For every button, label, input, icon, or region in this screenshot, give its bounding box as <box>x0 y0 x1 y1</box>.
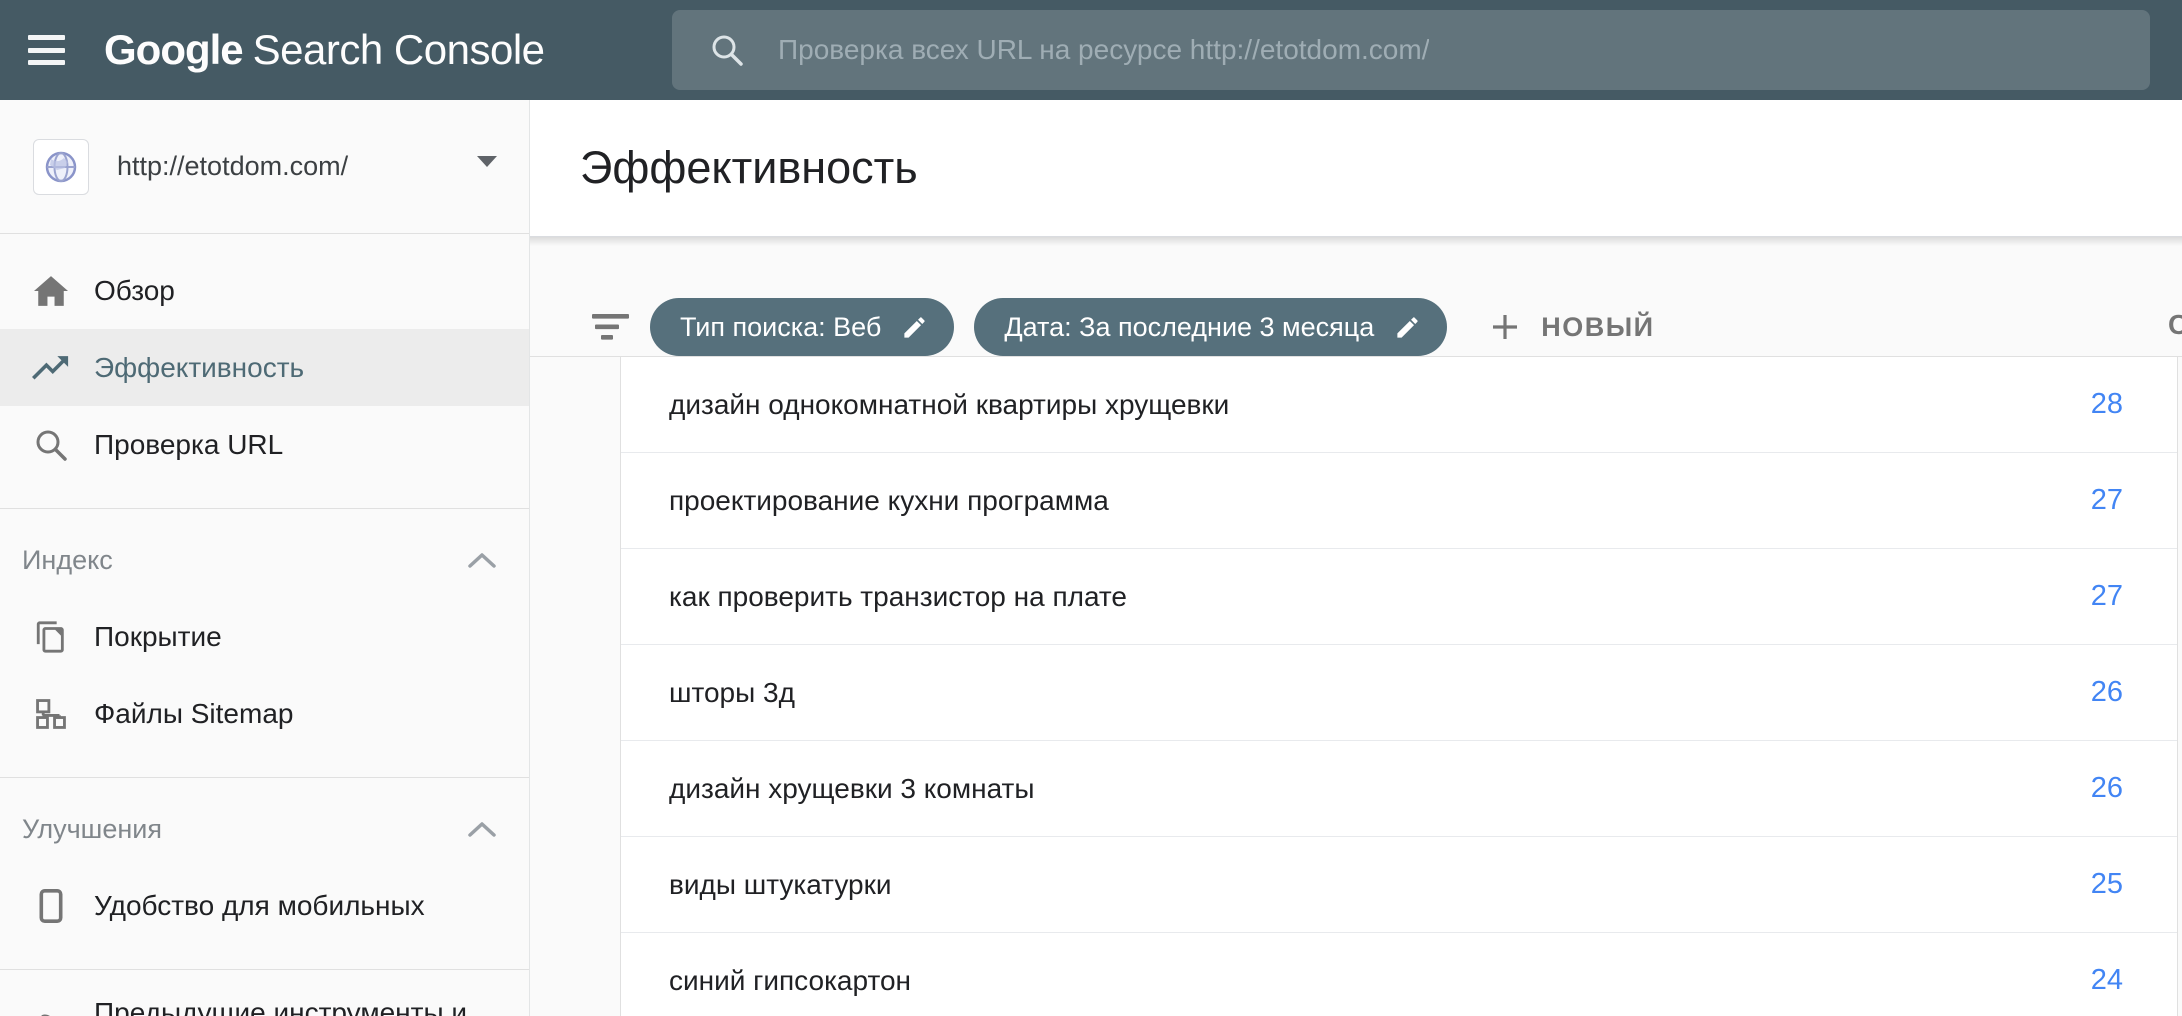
property-selector[interactable]: http://etotdom.com/ <box>0 100 529 234</box>
url-inspection-search-input[interactable]: Проверка всех URL на ресурсе http://etot… <box>672 10 2150 90</box>
chip-label: Тип поиска: Веб <box>680 312 881 343</box>
query-cell: как проверить транзистор на плате <box>669 581 2091 613</box>
table-row[interactable]: виды штукатурки 25 <box>621 837 2177 933</box>
chevron-up-icon[interactable] <box>467 820 497 838</box>
sidebar-item-label: Покрытие <box>94 621 222 653</box>
filter-icon[interactable] <box>592 312 630 342</box>
sidebar-item-label: Эффективность <box>94 352 304 384</box>
property-url: http://etotdom.com/ <box>117 151 348 182</box>
url-inspect-icon <box>32 428 70 462</box>
sidebar-item-performance[interactable]: Эффективность <box>0 329 529 406</box>
google-search-console-app: GoogleSearch Console Проверка всех URL н… <box>0 0 2182 1016</box>
table-row[interactable]: проектирование кухни программа 27 <box>621 453 2177 549</box>
app-logo: GoogleSearch Console <box>104 26 545 74</box>
main-content: Эффективность Тип поиска: Веб Да <box>530 100 2182 1016</box>
queries-table: дизайн однокомнатной квартиры хрущевки 2… <box>530 356 2182 1016</box>
sidebar-item-label: Удобство для мобильных <box>94 890 425 922</box>
query-cell: дизайн однокомнатной квартиры хрущевки <box>669 389 2091 421</box>
new-filter-button[interactable]: НОВЫЙ <box>1489 311 1654 343</box>
sidebar-item-url-inspection[interactable]: Проверка URL <box>0 406 529 483</box>
sidebar-divider <box>0 777 529 778</box>
page-title: Эффективность <box>580 142 918 194</box>
new-filter-label: НОВЫЙ <box>1541 312 1654 343</box>
sidebar-section-enhancements[interactable]: Улучшения <box>0 792 529 867</box>
table-row[interactable]: шторы 3д 26 <box>621 645 2177 741</box>
globe-icon <box>43 149 79 185</box>
hamburger-menu-icon[interactable] <box>28 35 68 65</box>
caret-down-icon <box>477 156 497 167</box>
sidebar-divider <box>0 969 529 970</box>
clicks-cell: 24 <box>2091 964 2123 997</box>
query-cell: синий гипсокартон <box>669 965 2091 997</box>
table-row[interactable]: синий гипсокартон 24 <box>621 933 2177 1016</box>
query-cell: шторы 3д <box>669 677 2091 709</box>
filter-chip-search-type[interactable]: Тип поиска: Веб <box>650 298 954 356</box>
clicks-cell: 26 <box>2091 772 2123 805</box>
sidebar: http://etotdom.com/ Обзор Эффективность <box>0 100 530 1016</box>
home-icon <box>32 276 70 306</box>
top-app-bar: GoogleSearch Console Проверка всех URL н… <box>0 0 2182 100</box>
pencil-icon <box>1394 314 1421 341</box>
property-favicon-card <box>33 139 89 195</box>
logo-search-console: Search Console <box>253 26 545 73</box>
section-header-label: Индекс <box>22 545 113 576</box>
sidebar-item-coverage[interactable]: Покрытие <box>0 598 529 675</box>
clicks-cell: 28 <box>2091 388 2123 421</box>
queries-table-rows: дизайн однокомнатной квартиры хрущевки 2… <box>620 357 2178 1016</box>
chip-label: Дата: За последние 3 месяца <box>1004 312 1374 343</box>
pencil-icon <box>901 314 928 341</box>
sidebar-item-sitemaps[interactable]: Файлы Sitemap <box>0 675 529 752</box>
query-cell: виды штукатурки <box>669 869 2091 901</box>
clicks-cell: 27 <box>2091 580 2123 613</box>
sidebar-section-index[interactable]: Индекс <box>0 523 529 598</box>
section-header-label: Улучшения <box>22 814 162 845</box>
clicks-cell: 25 <box>2091 868 2123 901</box>
mobile-icon <box>32 888 70 924</box>
search-placeholder: Проверка всех URL на ресурсе http://etot… <box>778 34 1429 66</box>
sitemap-icon <box>32 697 70 731</box>
sidebar-item-label: Обзор <box>94 275 175 307</box>
table-row[interactable]: дизайн хрущевки 3 комнаты 26 <box>621 741 2177 837</box>
sidebar-item-label: Файлы Sitemap <box>94 698 293 730</box>
search-icon <box>708 31 746 69</box>
table-row[interactable]: дизайн однокомнатной квартиры хрущевки 2… <box>621 357 2177 453</box>
table-row[interactable]: как проверить транзистор на плате 27 <box>621 549 2177 645</box>
sidebar-item-label: Предыдущие инструменты и отчеты <box>94 997 529 1016</box>
logo-google: Google <box>104 26 243 73</box>
coverage-icon <box>32 620 70 654</box>
plus-icon <box>1489 311 1521 343</box>
clicks-cell: 26 <box>2091 676 2123 709</box>
sidebar-item-legacy-tools[interactable]: Предыдущие инструменты и отчеты <box>0 990 529 1016</box>
sidebar-divider <box>0 508 529 509</box>
tools-icon <box>32 1013 70 1016</box>
clicks-cell: 27 <box>2091 484 2123 517</box>
sidebar-item-overview[interactable]: Обзор <box>0 252 529 329</box>
chevron-up-icon[interactable] <box>467 551 497 569</box>
sidebar-item-label: Проверка URL <box>94 429 283 461</box>
clipped-export-label[interactable]: С <box>2168 309 2182 341</box>
trending-up-icon <box>32 356 70 380</box>
query-cell: проектирование кухни программа <box>669 485 2091 517</box>
sidebar-item-mobile-usability[interactable]: Удобство для мобильных <box>0 867 529 944</box>
filter-chip-date-range[interactable]: Дата: За последние 3 месяца <box>974 298 1447 356</box>
query-cell: дизайн хрущевки 3 комнаты <box>669 773 2091 805</box>
page-header: Эффективность <box>530 100 2182 237</box>
